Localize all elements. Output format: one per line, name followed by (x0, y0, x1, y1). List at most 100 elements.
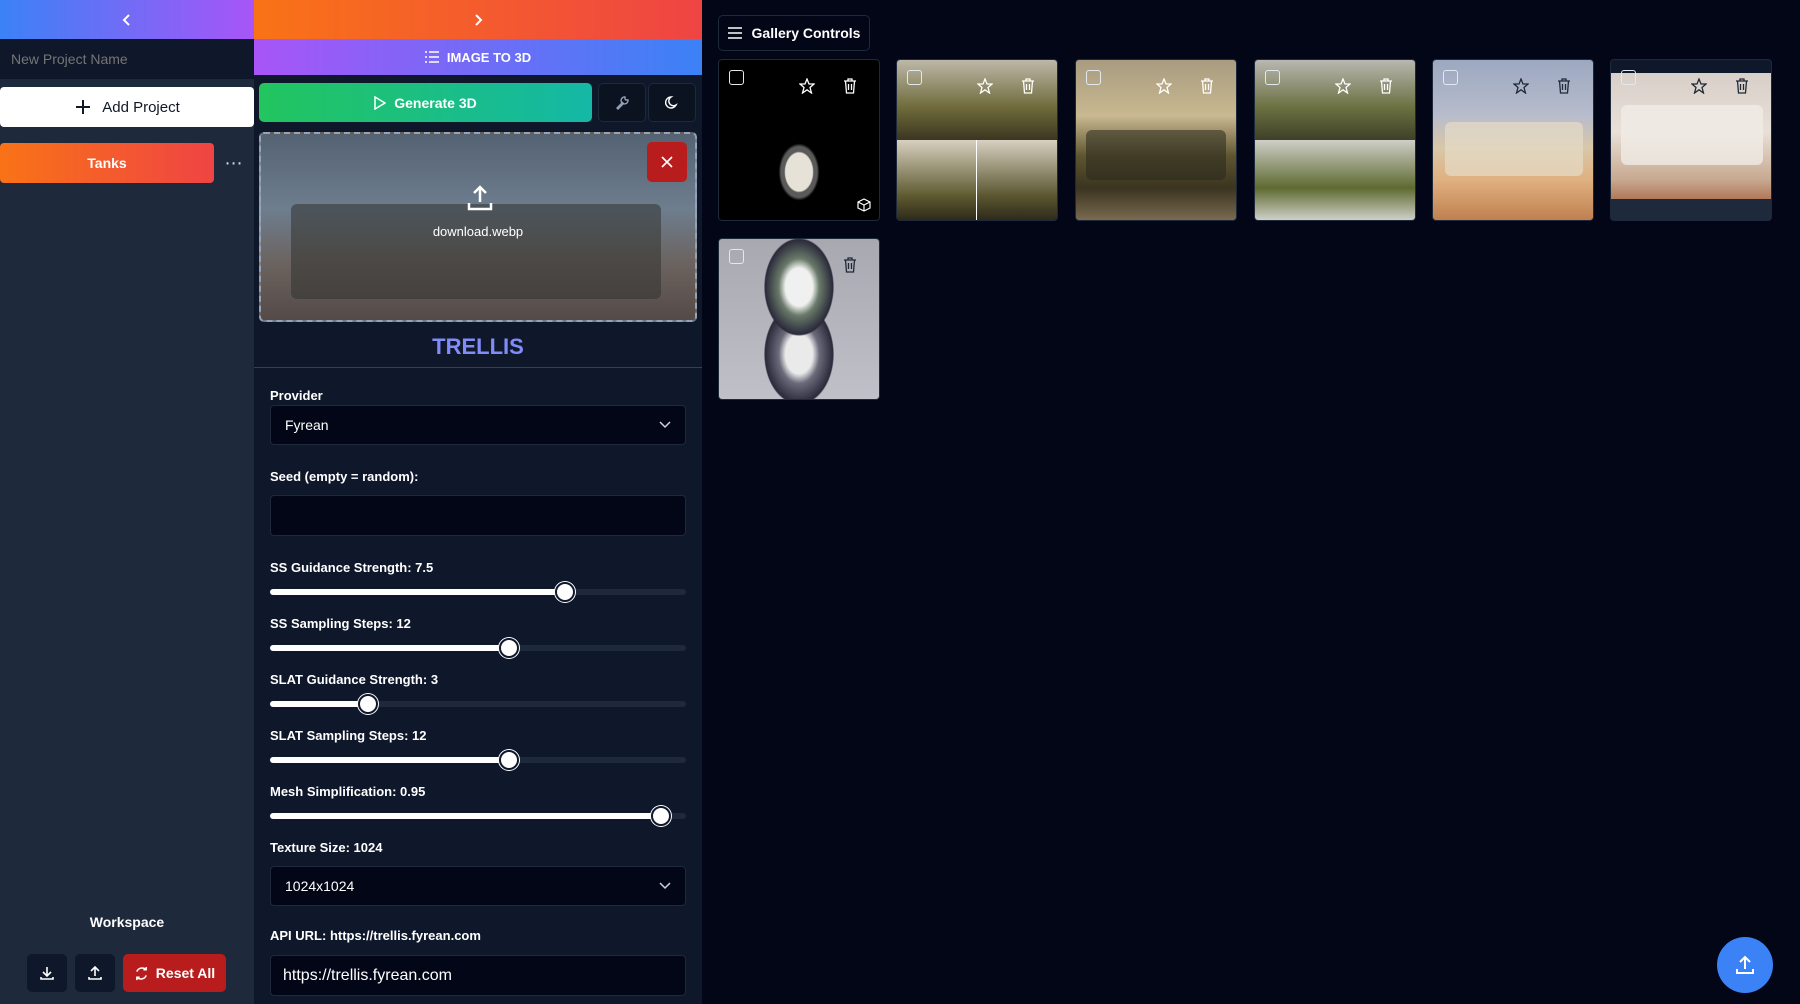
star-icon[interactable] (799, 78, 815, 94)
api-url-label: API URL: https://trellis.fyrean.com (270, 928, 481, 943)
upload-icon (1736, 955, 1754, 974)
slider-thumb[interactable] (358, 694, 378, 714)
slat-guidance-slider[interactable] (270, 693, 686, 714)
slider-thumb[interactable] (651, 806, 671, 826)
slat-steps-slider[interactable] (270, 749, 686, 770)
project-item-tanks: Tanks ⋯ (0, 143, 254, 183)
chevron-down-icon (659, 421, 671, 429)
gallery-item[interactable] (1075, 59, 1237, 221)
select-checkbox[interactable] (729, 249, 744, 264)
select-checkbox[interactable] (907, 70, 922, 85)
menu-icon (727, 27, 742, 39)
upload-icon (88, 965, 102, 980)
ss-steps-label: SS Sampling Steps: 12 (270, 616, 411, 631)
project-button-tanks[interactable]: Tanks (0, 143, 214, 183)
star-icon[interactable] (1156, 78, 1172, 94)
slider-fill (270, 757, 509, 763)
tank-image (1445, 122, 1583, 176)
star-icon[interactable] (1691, 78, 1707, 94)
remove-image-button[interactable] (647, 142, 687, 182)
mesh-simplification-label: Mesh Simplification: 0.95 (270, 784, 426, 799)
wrench-icon (616, 95, 629, 110)
play-icon (374, 95, 387, 110)
tank-image (1255, 140, 1415, 220)
slider-thumb[interactable] (499, 750, 519, 770)
theme-toggle-button[interactable] (648, 83, 696, 122)
texture-size-label: Texture Size: 1024 (270, 840, 383, 855)
seed-label: Seed (empty = random): (270, 469, 419, 484)
project-name-input[interactable] (0, 39, 254, 79)
chevron-down-icon (659, 882, 671, 890)
add-project-label: Add Project (102, 98, 180, 116)
provider-select[interactable]: Fyrean (270, 405, 686, 445)
tank-image (1086, 130, 1226, 180)
slider-fill (270, 813, 661, 819)
settings-key-button[interactable] (598, 83, 646, 122)
workspace-download-button[interactable] (27, 954, 67, 992)
image-upload-dropzone[interactable]: download.webp (259, 132, 697, 322)
slider-fill (270, 645, 509, 651)
project-label: Tanks (87, 155, 127, 171)
star-icon[interactable] (1513, 78, 1529, 94)
tank-image (1621, 105, 1763, 165)
star-icon[interactable] (977, 78, 993, 94)
ss-guidance-label: SS Guidance Strength: 7.5 (270, 560, 434, 575)
panel-expand-button[interactable] (254, 0, 702, 39)
ss-guidance-slider[interactable] (270, 581, 686, 602)
star-icon[interactable] (1335, 78, 1351, 94)
ss-steps-slider[interactable] (270, 637, 686, 658)
gallery-item[interactable] (718, 59, 880, 221)
gallery-item[interactable] (896, 59, 1058, 221)
slider-thumb[interactable] (555, 582, 575, 602)
trash-icon[interactable] (1379, 78, 1393, 94)
model-title: TRELLIS (432, 334, 524, 359)
cube-icon[interactable] (857, 198, 871, 212)
download-icon (40, 967, 54, 980)
workspace-upload-button[interactable] (75, 954, 115, 992)
plus-icon (76, 100, 91, 114)
mesh-simplification-slider[interactable] (270, 805, 686, 826)
texture-size-value: 1024x1024 (285, 878, 355, 894)
slider-thumb[interactable] (499, 638, 519, 658)
app-root: Add Project Tanks ⋯ Workspace Reset All … (0, 0, 1800, 1004)
gallery-controls-button[interactable]: Gallery Controls (718, 15, 870, 51)
slat-guidance-label: SLAT Guidance Strength: 3 (270, 672, 439, 687)
workspace-label: Workspace (89, 914, 165, 930)
select-checkbox[interactable] (1265, 70, 1280, 85)
select-checkbox[interactable] (1621, 70, 1636, 85)
generate-label: Generate 3D (394, 94, 477, 111)
generate-3d-button[interactable]: Generate 3D (259, 83, 592, 122)
select-checkbox[interactable] (1086, 70, 1101, 85)
upload-icon (467, 185, 493, 211)
slider-fill (270, 701, 368, 707)
page-scrollbar[interactable] (1790, 0, 1800, 1004)
provider-value: Fyrean (285, 417, 329, 433)
add-project-button[interactable]: Add Project (0, 87, 254, 127)
slat-steps-label: SLAT Sampling Steps: 12 (270, 728, 427, 743)
select-checkbox[interactable] (1443, 70, 1458, 85)
reset-all-label: Reset All (155, 965, 216, 981)
project-more-button[interactable]: ⋯ (214, 153, 254, 174)
reset-all-button[interactable]: Reset All (123, 954, 226, 992)
trash-icon[interactable] (1200, 78, 1214, 94)
refresh-icon (135, 966, 147, 980)
seed-input[interactable] (270, 495, 686, 536)
project-sidebar: Add Project Tanks ⋯ Workspace Reset All (0, 0, 254, 1004)
trash-icon[interactable] (1735, 78, 1749, 94)
upload-fab-button[interactable] (1717, 937, 1773, 993)
gallery-item[interactable] (718, 238, 880, 400)
tank-image (897, 140, 977, 220)
tab-image-to-3d[interactable]: IMAGE TO 3D (254, 39, 702, 75)
texture-size-select[interactable]: 1024x1024 (270, 866, 686, 906)
gallery-item[interactable] (1610, 59, 1772, 221)
gallery-item[interactable] (1432, 59, 1594, 221)
api-url-input[interactable]: https://trellis.fyrean.com (270, 955, 686, 996)
gallery-item[interactable] (1254, 59, 1416, 221)
sidebar-collapse-button[interactable] (0, 0, 254, 39)
trash-icon[interactable] (843, 257, 857, 273)
trash-icon[interactable] (1557, 78, 1571, 94)
section-divider (254, 367, 702, 368)
trash-icon[interactable] (1021, 78, 1035, 94)
trash-icon[interactable] (843, 78, 857, 94)
select-checkbox[interactable] (729, 70, 744, 85)
